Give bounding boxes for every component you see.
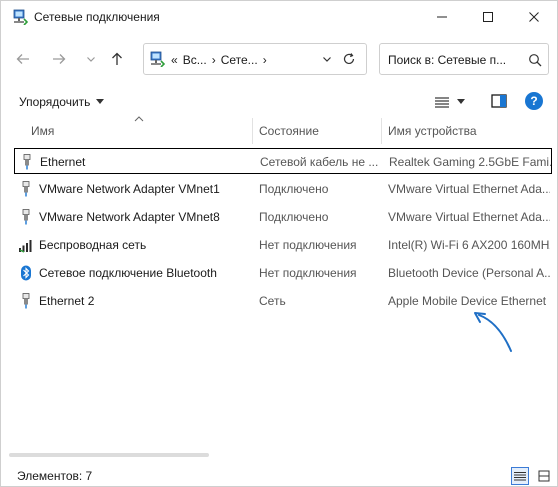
ethernet-icon bbox=[22, 209, 30, 225]
search-icon bbox=[529, 54, 542, 67]
connection-name: Сетевое подключение Bluetooth bbox=[39, 266, 217, 280]
organize-button[interactable]: Упорядочить bbox=[19, 95, 105, 109]
ethernet-icon bbox=[22, 293, 30, 309]
details-view-button[interactable] bbox=[511, 467, 529, 485]
connection-device: Bluetooth Device (Personal A... bbox=[388, 266, 550, 280]
address-dropdown-button[interactable] bbox=[320, 52, 334, 66]
connection-name: VMware Network Adapter VMnet8 bbox=[39, 210, 220, 224]
arrow-left-icon bbox=[16, 54, 29, 64]
status-bar: Элементов: 7 bbox=[1, 463, 557, 487]
connection-status: Нет подключения bbox=[259, 266, 357, 280]
connection-device: VMware Virtual Ethernet Ada... bbox=[388, 182, 550, 196]
breadcrumb-item[interactable]: Сете... bbox=[221, 53, 258, 67]
window-title: Сетевые подключения bbox=[34, 10, 160, 24]
arrow-up-icon bbox=[112, 52, 122, 65]
connection-row-bluetooth[interactable]: Сетевое подключение Bluetooth Нет подклю… bbox=[14, 260, 552, 286]
connection-status: Подключено bbox=[259, 182, 329, 196]
navigation-bar: « Вс... › Сете... › Поиск в: Сетевые п... bbox=[1, 41, 557, 79]
breadcrumb: « Вс... › Сете... › bbox=[171, 53, 272, 67]
tiles-view-button[interactable] bbox=[535, 467, 553, 485]
column-header-name[interactable]: Имя bbox=[31, 118, 54, 144]
annotation-arrow-icon bbox=[474, 312, 512, 352]
title-bar: Сетевые подключения bbox=[1, 1, 557, 33]
close-button[interactable] bbox=[511, 1, 557, 33]
breadcrumb-item[interactable]: Вс... bbox=[183, 53, 207, 67]
preview-pane-icon[interactable] bbox=[491, 93, 507, 109]
organize-label: Упорядочить bbox=[19, 95, 91, 109]
chevron-down-icon bbox=[323, 57, 331, 62]
connection-device: VMware Virtual Ethernet Ada... bbox=[388, 210, 550, 224]
connection-row-vmnet8[interactable]: VMware Network Adapter VMnet8 Подключено… bbox=[14, 204, 552, 230]
horizontal-scrollbar[interactable] bbox=[9, 453, 209, 457]
address-bar[interactable]: « Вс... › Сете... › bbox=[143, 43, 367, 75]
column-divider[interactable] bbox=[252, 118, 253, 144]
connection-row-wireless[interactable]: Беспроводная сеть Нет подключения Intel(… bbox=[14, 232, 552, 258]
recent-locations-button[interactable] bbox=[79, 47, 103, 71]
column-header-device[interactable]: Имя устройства bbox=[388, 118, 477, 144]
connection-name: Беспроводная сеть bbox=[39, 238, 147, 252]
refresh-button[interactable] bbox=[340, 50, 358, 68]
arrow-right-icon bbox=[53, 54, 66, 64]
caret-down-icon bbox=[457, 99, 465, 104]
network-connections-icon bbox=[13, 9, 28, 25]
back-button[interactable] bbox=[11, 47, 35, 71]
help-button[interactable]: ? bbox=[525, 92, 543, 110]
connection-device: Realtek Gaming 2.5GbE Fami... bbox=[389, 155, 551, 169]
network-connections-window: Сетевые подключения « Вс... › Сете... › … bbox=[0, 0, 558, 487]
search-input[interactable]: Поиск в: Сетевые п... bbox=[379, 43, 549, 75]
connection-row-ethernet[interactable]: Ethernet Сетевой кабель не ... Realtek G… bbox=[14, 148, 552, 174]
caret-down-icon bbox=[96, 99, 105, 104]
column-header-status[interactable]: Состояние bbox=[259, 118, 319, 144]
maximize-icon bbox=[483, 12, 493, 22]
connection-row-vmnet1[interactable]: VMware Network Adapter VMnet1 Подключено… bbox=[14, 176, 552, 202]
network-connections-icon bbox=[150, 51, 165, 67]
list-view-icon bbox=[435, 97, 449, 108]
connection-name: Ethernet 2 bbox=[39, 294, 95, 308]
item-count: Элементов: 7 bbox=[17, 469, 93, 483]
tiles-view-icon bbox=[538, 470, 550, 482]
breadcrumb-separator[interactable]: › bbox=[212, 53, 216, 67]
connection-status: Нет подключения bbox=[259, 238, 357, 252]
connection-device: Apple Mobile Device Ethernet bbox=[388, 294, 547, 308]
bluetooth-icon bbox=[21, 265, 31, 281]
column-divider[interactable] bbox=[381, 118, 382, 144]
ethernet-icon bbox=[23, 154, 31, 170]
connection-status: Сетевой кабель не ... bbox=[260, 155, 379, 169]
details-view-icon bbox=[514, 472, 526, 481]
refresh-icon bbox=[343, 53, 355, 65]
connection-name: Ethernet bbox=[40, 155, 86, 169]
ethernet-icon bbox=[22, 181, 30, 197]
connection-status: Сеть bbox=[259, 294, 286, 308]
maximize-button[interactable] bbox=[465, 1, 511, 33]
help-icon: ? bbox=[530, 94, 538, 108]
breadcrumb-overflow[interactable]: « bbox=[171, 53, 178, 67]
chevron-down-icon bbox=[87, 57, 95, 62]
close-icon bbox=[529, 12, 539, 22]
search-placeholder: Поиск в: Сетевые п... bbox=[388, 53, 507, 67]
minimize-icon bbox=[437, 16, 447, 18]
connection-device: Intel(R) Wi-Fi 6 AX200 160MHz bbox=[388, 238, 550, 252]
up-button[interactable] bbox=[105, 47, 129, 71]
change-view-button[interactable] bbox=[435, 93, 473, 111]
minimize-button[interactable] bbox=[419, 1, 465, 33]
connection-status: Подключено bbox=[259, 210, 329, 224]
command-bar: Упорядочить ? bbox=[1, 89, 557, 115]
breadcrumb-separator[interactable]: › bbox=[263, 53, 267, 67]
column-header-row: Имя Состояние Имя устройства bbox=[1, 116, 557, 144]
connection-name: VMware Network Adapter VMnet1 bbox=[39, 182, 220, 196]
sort-ascending-icon bbox=[134, 116, 144, 122]
wifi-icon bbox=[19, 240, 32, 253]
forward-button[interactable] bbox=[47, 47, 71, 71]
